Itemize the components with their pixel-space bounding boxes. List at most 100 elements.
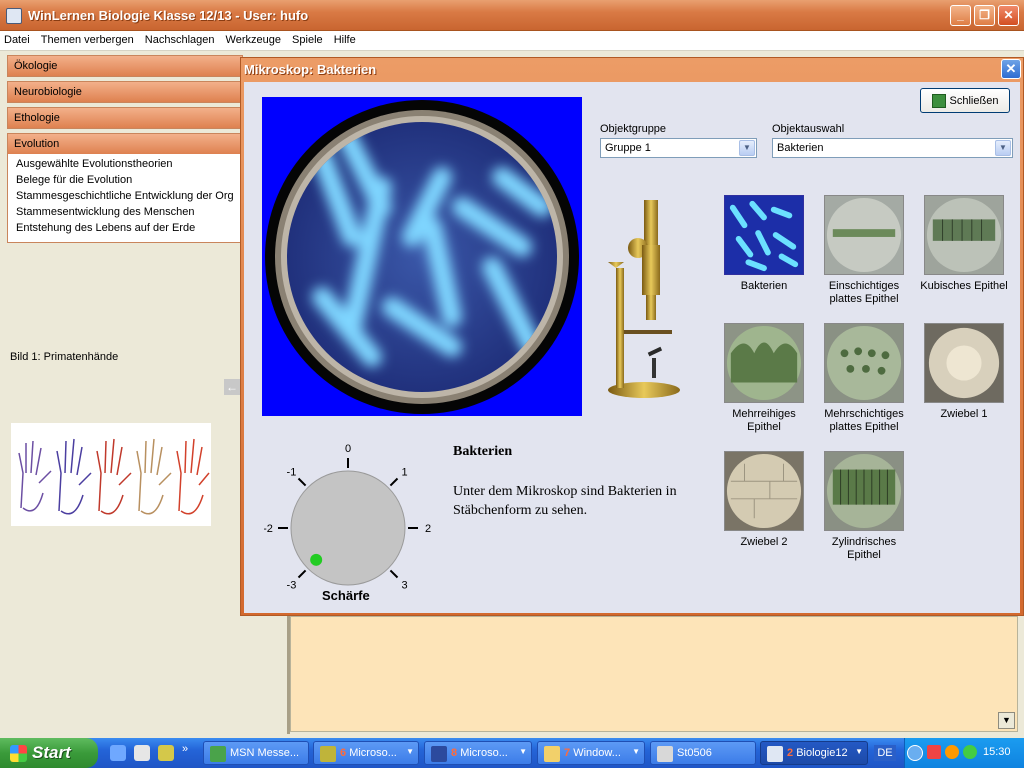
menu-spiele[interactable]: Spiele — [288, 31, 327, 49]
task-st0506[interactable]: St0506 — [650, 741, 756, 765]
task-microsoft-2[interactable]: 8 Microso... ▼ — [424, 741, 532, 765]
dial-indicator[interactable] — [310, 553, 323, 566]
ie-icon[interactable] — [110, 745, 126, 761]
schliessen-button[interactable]: Schließen — [920, 88, 1010, 113]
scroll-down-button[interactable]: ▼ — [998, 712, 1015, 729]
thumb-kubisches-epithel[interactable] — [924, 195, 1004, 275]
task-count: 2 — [787, 747, 794, 759]
task-msn[interactable]: MSN Messe... — [203, 741, 309, 765]
task-label: Microso... — [460, 747, 508, 759]
thumb-label: Einschichtiges plattes Epithel — [828, 280, 900, 305]
clock-app-icon[interactable] — [158, 745, 174, 761]
close-window-button[interactable]: ✕ — [998, 5, 1019, 26]
section-evolution[interactable]: Evolution — [7, 133, 243, 155]
content-area — [290, 616, 1018, 732]
microscope-dialog: Mikroskop: Bakterien ✕ Schließen Objektg… — [240, 57, 1024, 616]
taskbar: Start » MSN Messe... 6 Microso... ▼ 8 Mi… — [0, 738, 1024, 768]
window-title: WinLernen Biologie Klasse 12/13 - User: … — [28, 8, 309, 23]
dialog-body: Schließen Objektgruppe Gruppe 1 ▼ Objekt… — [244, 82, 1020, 613]
more-icon[interactable]: » — [182, 743, 188, 755]
section-oekologie[interactable]: Ökologie — [7, 55, 243, 77]
dialog-title: Mikroskop: Bakterien — [244, 62, 377, 77]
menu-nachschlagen[interactable]: Nachschlagen — [141, 31, 219, 49]
dial-tick-label: 2 — [425, 523, 431, 535]
dial-tick-label: 1 — [402, 466, 408, 478]
objektgruppe-select[interactable]: Gruppe 1 ▼ — [600, 138, 757, 158]
left-panel: Ökologie Neurobiologie Ethologie Evoluti… — [0, 51, 243, 738]
microscope-illustration — [608, 200, 680, 398]
thumb-zwiebel-1[interactable] — [924, 323, 1004, 403]
chevron-down-icon: ▼ — [739, 140, 755, 156]
task-label: Microso... — [349, 747, 397, 759]
dial-tick-label: 0 — [345, 443, 351, 455]
task-count: 6 — [340, 747, 347, 759]
task-count: 8 — [451, 747, 458, 759]
chevron-left-icon[interactable] — [907, 745, 923, 761]
dial-tick-label: -2 — [264, 523, 273, 535]
thumb-zwiebel-2[interactable] — [724, 451, 804, 531]
app-icon — [767, 746, 783, 762]
thumb-label: Mehrreihiges Epithel — [732, 408, 796, 433]
app-icon — [657, 746, 673, 762]
schaerfe-dial[interactable]: -3 -2 -1 0 1 2 3 — [264, 432, 444, 612]
task-label: MSN Messe... — [230, 747, 300, 759]
thumb-label: Mehrschichtiges plattes Epithel — [824, 408, 904, 433]
dial-tick-label: -3 — [287, 580, 297, 592]
image-caption: Bild 1: Primatenhände — [10, 351, 119, 363]
list-item[interactable]: Belege für die Evolution — [16, 174, 234, 190]
section-neurobiologie[interactable]: Neurobiologie — [7, 81, 243, 103]
thumb-label: Bakterien — [740, 280, 788, 292]
thumb-bakterien[interactable] — [724, 195, 804, 275]
dialog-close-button[interactable]: ✕ — [1001, 59, 1021, 79]
chevron-down-icon: ▼ — [855, 747, 863, 756]
media-player-icon[interactable] — [134, 745, 150, 761]
menu-datei[interactable]: Datei — [0, 31, 34, 49]
object-description: Unter dem Mikroskop sind Bakterien in St… — [453, 484, 677, 518]
tray-app-icon[interactable] — [945, 745, 959, 759]
app-icon — [320, 746, 336, 762]
restore-button[interactable]: ❐ — [974, 5, 995, 26]
arrow-left-icon[interactable]: ← — [224, 379, 240, 395]
section-ethologie[interactable]: Ethologie — [7, 107, 243, 129]
network-icon[interactable] — [927, 745, 941, 759]
primate-hands-image — [11, 423, 211, 526]
dial-tick — [297, 569, 307, 579]
thumb-zylindrisches-epithel[interactable] — [824, 451, 904, 531]
menu-werkzeuge[interactable]: Werkzeuge — [222, 31, 285, 49]
thumb-label: Zylindrisches Epithel — [831, 536, 897, 561]
start-label: Start — [32, 743, 71, 762]
dial-tick — [389, 477, 399, 487]
list-item[interactable]: Entstehung des Lebens auf der Erde — [16, 222, 234, 238]
list-item[interactable]: Stammesgeschichtliche Entwicklung der Or… — [16, 190, 234, 206]
task-biologie12[interactable]: 2 Biologie12 ▼ — [760, 741, 868, 765]
thumb-mehrschichtiges-plattes-epithel[interactable] — [824, 323, 904, 403]
dial-tick — [297, 477, 307, 487]
chevron-down-icon: ▼ — [519, 747, 527, 756]
language-indicator[interactable]: DE — [874, 745, 896, 761]
objektauswahl-select[interactable]: Bakterien ▼ — [772, 138, 1013, 158]
thumb-label: Zwiebel 2 — [740, 536, 788, 548]
thumb-label: Kubisches Epithel — [920, 280, 1008, 292]
objektauswahl-label: Objektauswahl — [772, 123, 845, 135]
thumb-mehrreihiges-epithel[interactable] — [724, 323, 804, 403]
dial-tick-label: 3 — [402, 580, 408, 592]
menu-themen-verbergen[interactable]: Themen verbergen — [37, 31, 138, 49]
thumb-einschichtiges-plattes-epithel[interactable] — [824, 195, 904, 275]
task-label: Biologie12 — [796, 747, 848, 759]
task-microsoft-1[interactable]: 6 Microso... ▼ — [313, 741, 419, 765]
chevron-down-icon: ▼ — [995, 140, 1011, 156]
minimize-button[interactable]: _ — [950, 5, 971, 26]
task-windows[interactable]: 7 Window... ▼ — [537, 741, 645, 765]
security-icon[interactable] — [963, 745, 977, 759]
menu-hilfe[interactable]: Hilfe — [330, 31, 360, 49]
menu-bar: Datei Themen verbergen Nachschlagen Werk… — [0, 31, 1024, 51]
evolution-list: Ausgewählte Evolutionstheorien Belege fü… — [7, 154, 243, 243]
clock: 15:30 — [983, 746, 1011, 758]
list-item[interactable]: Ausgewählte Evolutionstheorien — [16, 158, 234, 174]
chevron-down-icon: ▼ — [632, 747, 640, 756]
start-button[interactable]: Start — [0, 738, 98, 768]
list-item[interactable]: Stammesentwicklung des Menschen — [16, 206, 234, 222]
task-label: Window... — [573, 747, 621, 759]
main-titlebar: WinLernen Biologie Klasse 12/13 - User: … — [0, 0, 1024, 31]
windows-logo-icon — [10, 745, 27, 762]
